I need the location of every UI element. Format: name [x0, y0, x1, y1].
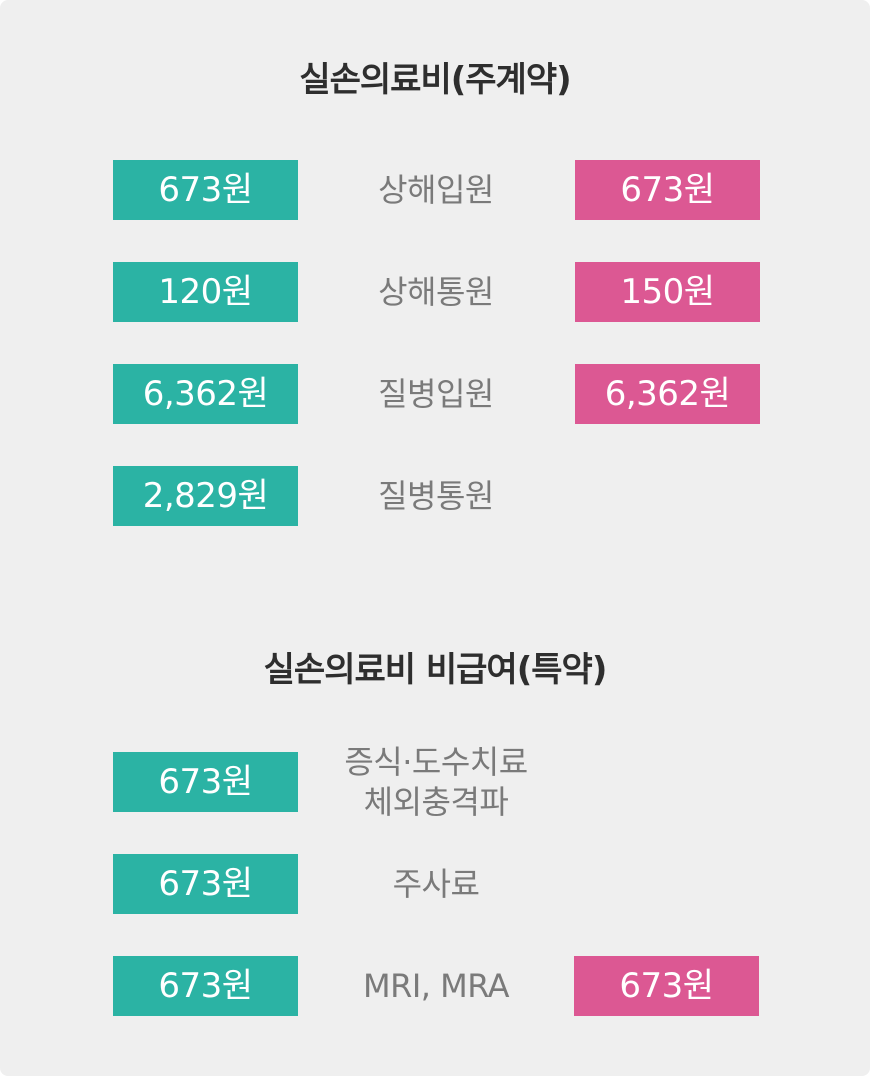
section-title-main-contract: 실손의료비(주계약): [299, 60, 571, 100]
price-row-mri-mra: 673원 MRI, MRA 673원: [0, 956, 870, 1016]
left-price-badge: 2,829원: [113, 466, 298, 526]
coverage-label: MRI, MRA: [362, 967, 510, 1005]
coverage-label: 상해입원: [378, 171, 494, 209]
right-price-badge: 6,362원: [575, 364, 760, 424]
price-row-injection: 673원 주사료: [0, 854, 870, 914]
right-price-badge: 673원: [574, 956, 759, 1016]
section-title-special-rider: 실손의료비 비급여(특약): [263, 650, 608, 690]
coverage-label: 증식·도수치료 체외충격파: [300, 738, 572, 826]
price-row-injury-outpatient: 120원 상해통원 150원: [0, 262, 870, 322]
coverage-label: 주사료: [392, 865, 480, 903]
price-row-injury-inpatient: 673원 상해입원 673원: [0, 160, 870, 220]
left-price-badge: 673원: [113, 160, 298, 220]
coverage-label: 질병통원: [378, 477, 494, 515]
price-row-disease-inpatient: 6,362원 질병입원 6,362원: [0, 364, 870, 424]
price-row-disease-outpatient: 2,829원 질병통원: [0, 466, 870, 526]
coverage-label: 상해통원: [378, 273, 494, 311]
coverage-label: 질병입원: [378, 375, 494, 413]
left-price-badge: 6,362원: [113, 364, 298, 424]
coverage-label-line1: 증식·도수치료: [344, 743, 528, 781]
price-row-manual-therapy: 673원 증식·도수치료 체외충격파: [0, 743, 870, 821]
right-price-badge: 673원: [575, 160, 760, 220]
right-price-badge: 150원: [575, 262, 760, 322]
left-price-badge: 120원: [113, 262, 298, 322]
price-card: 실손의료비(주계약) 673원 상해입원 673원 120원 상해통원 150원…: [0, 0, 870, 1076]
left-price-badge: 673원: [113, 854, 298, 914]
coverage-label-line2: 체외충격파: [363, 783, 509, 821]
left-price-badge: 673원: [113, 752, 298, 812]
left-price-badge: 673원: [113, 956, 298, 1016]
